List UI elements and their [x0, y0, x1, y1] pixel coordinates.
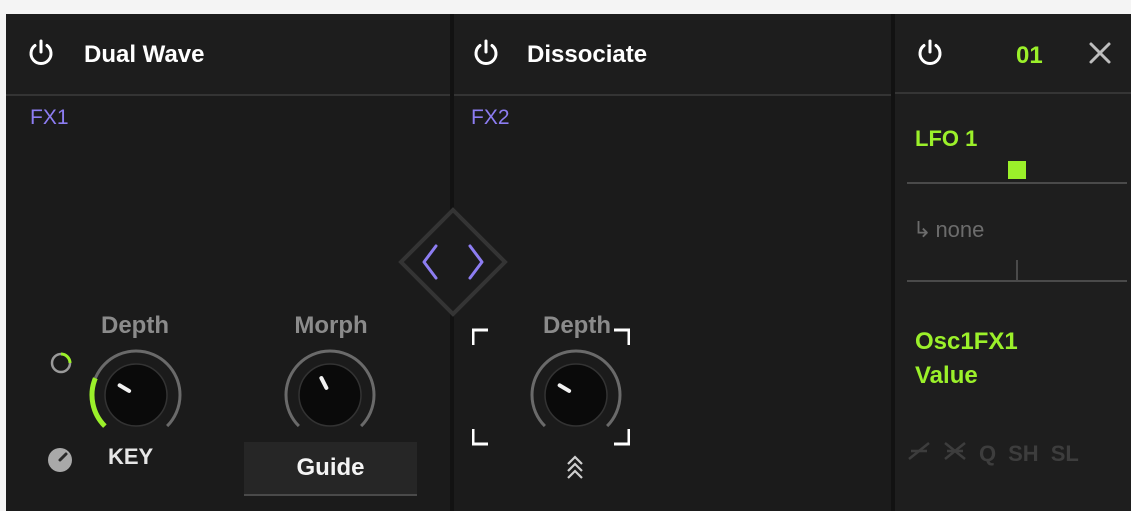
fx2-panel: Dissociate FX2 Depth — [454, 14, 891, 511]
mod-target-param[interactable]: Value — [915, 362, 978, 390]
modulation-panel: 01 LFO 1 ↳ none Osc1FX1 Value Q SH SL — [895, 14, 1131, 511]
guide-button[interactable]: Guide — [244, 442, 417, 496]
fx2-depth-knob[interactable] — [526, 345, 626, 445]
via-amount-slider-track[interactable] — [907, 280, 1127, 282]
guide-button-label: Guide — [296, 454, 365, 481]
fx1-morph-knob[interactable] — [280, 345, 380, 445]
mod-amount-slider-handle[interactable] — [1008, 161, 1026, 179]
linear-curve-icon[interactable] — [907, 439, 931, 469]
via-amount-center-tick — [1016, 260, 1018, 282]
fx1-depth-label: Depth — [101, 312, 169, 339]
mod-power-icon[interactable] — [915, 38, 945, 68]
mod-via-label: none — [935, 217, 985, 242]
key-tracking-knob-icon[interactable] — [46, 446, 74, 479]
fx2-power-icon[interactable] — [471, 38, 501, 68]
curve-option-sh[interactable]: SH — [1008, 441, 1039, 467]
chevrons-up-icon[interactable] — [565, 454, 585, 485]
cross-curve-icon[interactable] — [943, 439, 967, 469]
fx1-panel: Dual Wave FX1 Depth Morph KEY Guide — [6, 14, 450, 511]
fx1-header: Dual Wave — [6, 14, 450, 96]
mod-header: 01 — [895, 14, 1131, 94]
knob-body — [104, 363, 168, 427]
mod-source-label[interactable]: LFO 1 — [915, 126, 977, 152]
mod-target-name[interactable]: Osc1FX1 — [915, 328, 1018, 356]
fx1-slot-label: FX1 — [30, 106, 69, 129]
fx-swap-nav-button[interactable] — [397, 206, 509, 318]
knob-body — [298, 363, 362, 427]
fx1-depth-knob[interactable] — [86, 345, 186, 445]
fx1-power-icon[interactable] — [26, 38, 56, 68]
mod-curve-options: Q SH SL — [907, 439, 1091, 469]
mod-ring-icon[interactable] — [48, 350, 74, 381]
via-arrow-icon: ↳ — [913, 217, 932, 242]
knob-body — [544, 363, 608, 427]
mod-amount-slider-track[interactable] — [907, 182, 1127, 184]
fx1-morph-label: Morph — [294, 312, 368, 339]
knob-mod-arc — [89, 377, 107, 428]
curve-option-sl[interactable]: SL — [1051, 441, 1079, 467]
close-icon[interactable] — [1085, 38, 1115, 68]
fx1-title[interactable]: Dual Wave — [84, 41, 204, 69]
mod-via-row[interactable]: ↳ none — [913, 217, 984, 243]
key-label[interactable]: KEY — [108, 444, 153, 470]
mod-slot-number: 01 — [1016, 42, 1043, 69]
fx2-slot-label: FX2 — [471, 106, 510, 129]
curve-option-q[interactable]: Q — [979, 441, 996, 467]
fx2-title[interactable]: Dissociate — [527, 41, 647, 69]
fx2-header: Dissociate — [454, 14, 891, 96]
